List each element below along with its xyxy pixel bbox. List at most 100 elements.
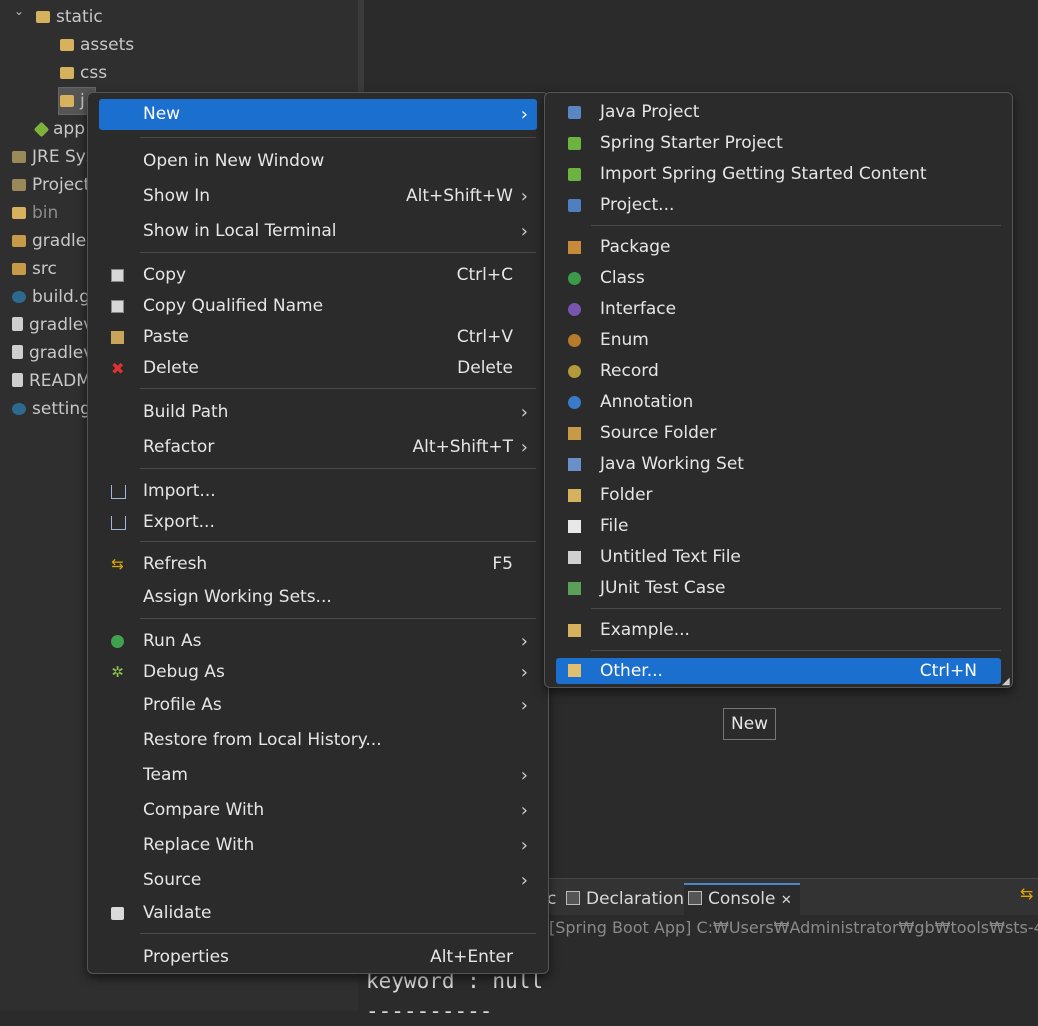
library-icon <box>12 151 26 163</box>
menu-item-profile-as[interactable]: Profile As › <box>99 690 537 721</box>
submenu-item-class[interactable]: Class <box>556 263 1001 294</box>
menu-item-import[interactable]: Import... <box>99 476 537 507</box>
tree-item-label: gradlev <box>29 315 94 335</box>
close-icon[interactable]: ✕ <box>781 893 792 908</box>
tree-item-js[interactable]: j <box>60 87 85 115</box>
java-project-icon <box>568 106 581 119</box>
text-file-icon <box>568 551 581 564</box>
tree-item-label: JRE Sys <box>32 147 95 167</box>
tree-item-project-deps[interactable]: Project <box>12 171 90 199</box>
menu-item-label: Annotation <box>600 392 694 412</box>
tree-item-assets[interactable]: assets <box>60 31 134 59</box>
submenu-item-spring-starter[interactable]: Spring Starter Project <box>556 128 1001 159</box>
tree-item-app[interactable]: app <box>33 115 85 143</box>
menu-item-label: Java Working Set <box>600 454 744 474</box>
tree-item-jre[interactable]: JRE Sys <box>12 143 95 171</box>
menu-item-label: Show in Local Terminal <box>143 221 337 241</box>
tab-console[interactable]: Console ✕ <box>684 883 800 915</box>
menu-item-refresh[interactable]: ⇆ Refresh F5 <box>99 549 537 580</box>
tree-item-src[interactable]: src <box>12 255 57 283</box>
menu-item-open-in-new-window[interactable]: Open in New Window <box>99 146 537 177</box>
tree-item-settings[interactable]: setting <box>12 395 91 423</box>
submenu-item-file[interactable]: File <box>556 511 1001 542</box>
menu-item-copy-qualified-name[interactable]: Copy Qualified Name <box>99 291 537 322</box>
menu-item-label: New <box>143 104 181 124</box>
submenu-arrow-icon: › <box>520 695 528 716</box>
menu-item-paste[interactable]: Paste Ctrl+V <box>99 322 537 353</box>
menu-item-label: Refactor <box>143 437 215 457</box>
tree-item-gradle[interactable]: gradle <box>12 227 86 255</box>
menu-item-debug-as[interactable]: ✲ Debug As › <box>99 657 537 688</box>
submenu-item-interface[interactable]: Interface <box>556 294 1001 325</box>
menu-item-assign-working-sets[interactable]: Assign Working Sets... <box>99 582 537 613</box>
tree-item-label: setting <box>32 399 91 419</box>
menu-item-delete[interactable]: ✖ Delete Delete <box>99 353 537 384</box>
menu-item-label: JUnit Test Case <box>600 578 726 598</box>
menu-item-compare-with[interactable]: Compare With › <box>99 795 537 826</box>
menu-item-label: Show In <box>143 186 211 206</box>
menu-item-properties[interactable]: Properties Alt+Enter <box>99 942 537 973</box>
menu-item-export[interactable]: Export... <box>99 507 537 538</box>
expand-chevron-icon[interactable]: ⌄ <box>14 4 24 18</box>
submenu-item-untitled-text-file[interactable]: Untitled Text File <box>556 542 1001 573</box>
tree-item-label: j <box>80 91 85 111</box>
menu-item-source[interactable]: Source › <box>99 865 537 896</box>
tree-item-gradlew-bat[interactable]: gradlev <box>12 339 93 367</box>
run-icon <box>111 635 124 648</box>
folder-icon <box>12 235 26 247</box>
menu-item-team[interactable]: Team › <box>99 760 537 791</box>
menu-item-copy[interactable]: Copy Ctrl+C <box>99 260 537 291</box>
submenu-item-other[interactable]: Other... Ctrl+N <box>556 658 1001 684</box>
submenu-item-project[interactable]: Project... <box>556 190 1001 221</box>
menu-item-run-as[interactable]: Run As › <box>99 626 537 657</box>
submenu-item-working-set[interactable]: Java Working Set <box>556 449 1001 480</box>
folder-icon <box>60 67 74 79</box>
project-icon <box>568 199 581 212</box>
spring-import-icon <box>568 168 581 181</box>
menu-separator <box>140 618 536 619</box>
gradle-file-icon <box>12 291 26 303</box>
submenu-item-annotation[interactable]: Annotation <box>556 387 1001 418</box>
menu-separator <box>140 252 536 253</box>
copy-qualified-name-icon <box>111 300 124 313</box>
tree-item-gradlew[interactable]: gradlev <box>12 311 93 339</box>
menu-item-label: Source <box>143 870 202 890</box>
menu-item-label: Delete <box>143 358 199 378</box>
sync-icon[interactable]: ⇆ <box>1020 884 1033 903</box>
tree-item-build-gradle[interactable]: build.g <box>12 283 90 311</box>
submenu-arrow-icon: › <box>520 870 528 891</box>
submenu-arrow-icon: › <box>520 765 528 786</box>
tree-item-bin[interactable]: bin <box>12 199 58 227</box>
menu-item-show-in[interactable]: Show In Alt+Shift+W › <box>99 181 537 212</box>
spring-starter-icon <box>568 137 581 150</box>
submenu-item-record[interactable]: Record <box>556 356 1001 387</box>
submenu-item-spring-import[interactable]: Import Spring Getting Started Content <box>556 159 1001 190</box>
menu-item-label: Import Spring Getting Started Content <box>600 164 927 184</box>
submenu-item-java-project[interactable]: Java Project <box>556 97 1001 128</box>
annotation-icon <box>568 396 581 409</box>
submenu-item-enum[interactable]: Enum <box>556 325 1001 356</box>
menu-item-label: Enum <box>600 330 649 350</box>
enum-icon <box>568 334 581 347</box>
tree-item-readme[interactable]: READM <box>12 367 91 395</box>
submenu-item-junit-test-case[interactable]: JUnit Test Case <box>556 573 1001 604</box>
menu-item-show-in-local-terminal[interactable]: Show in Local Terminal › <box>99 216 537 247</box>
menu-item-replace-with[interactable]: Replace With › <box>99 830 537 861</box>
tab-declaration[interactable]: Declaration <box>566 885 684 915</box>
submenu-item-package[interactable]: Package <box>556 232 1001 263</box>
menu-item-new[interactable]: New › <box>99 99 537 130</box>
tree-item-label: static <box>56 7 103 27</box>
menu-item-label: Run As <box>143 631 202 651</box>
menu-item-validate[interactable]: Validate <box>99 898 537 929</box>
submenu-item-example[interactable]: Example... <box>556 615 1001 646</box>
declaration-icon <box>566 891 580 905</box>
tree-item-css[interactable]: css <box>60 59 107 87</box>
submenu-item-source-folder[interactable]: Source Folder <box>556 418 1001 449</box>
menu-separator <box>140 933 536 934</box>
menu-item-refactor[interactable]: Refactor Alt+Shift+T › <box>99 432 537 463</box>
menu-item-restore-local-history[interactable]: Restore from Local History... <box>99 725 537 756</box>
menu-item-build-path[interactable]: Build Path › <box>99 397 537 428</box>
submenu-item-folder[interactable]: Folder <box>556 480 1001 511</box>
console-title: [Spring Boot App] C:₩Users₩Administrator… <box>549 918 1038 937</box>
tree-item-static[interactable]: static <box>36 3 103 31</box>
